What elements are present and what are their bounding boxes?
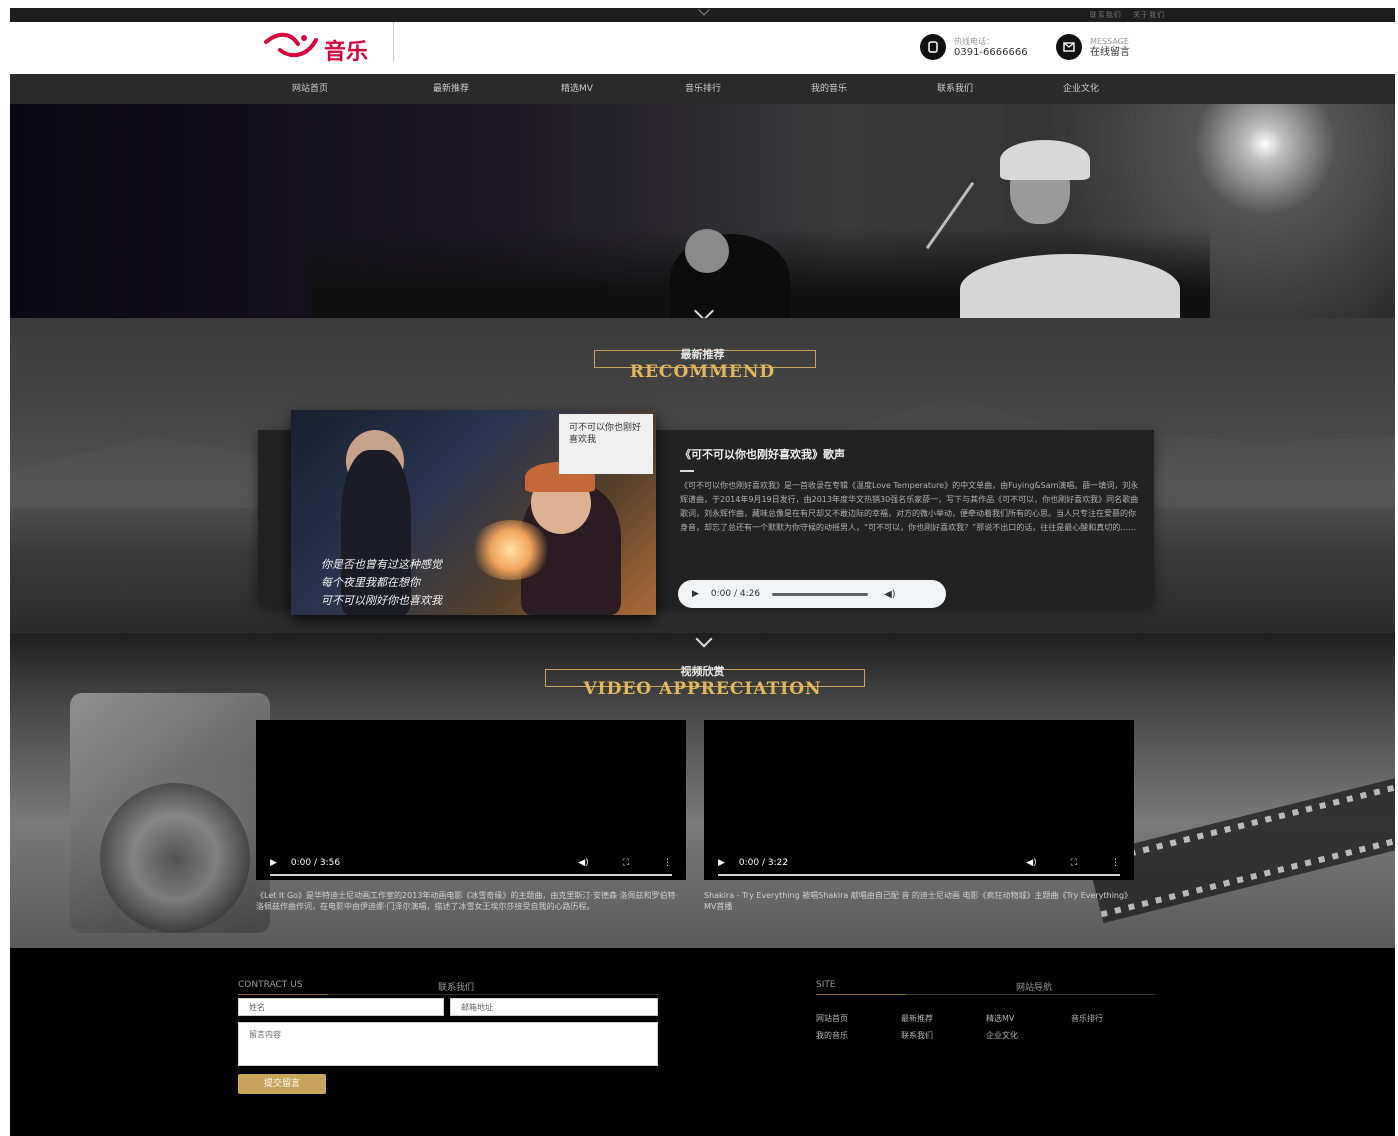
message-field[interactable]: 留言内容 [238,1022,658,1066]
video-section: 视频欣赏 VIDEO APPRECIATION ▶ 0:00 / 3:56 ◀)… [10,633,1395,948]
video-time-1: 0:00 / 3:56 [290,858,341,868]
phone-icon [920,34,946,60]
site-link-ranking[interactable]: 音乐排行 [1071,1010,1156,1027]
singer-right [960,254,1180,318]
logo-divider [393,22,394,62]
recommend-title-cn: 最新推荐 [680,348,725,361]
audio-time: 0:00 / 4:26 [710,589,761,599]
nav-item-contact[interactable]: 联系我们 [892,74,1018,104]
message-contact[interactable]: MESSAGE 在线留言 [1056,32,1130,62]
contact-heading-cn: 联系我们 [438,983,475,993]
video-caption-1: 《Let It Go》是华特迪士尼动画工作室的2013年动画电影《冰雪奇缘》的主… [256,891,679,911]
nav-item-my-music[interactable]: 我的音乐 [766,74,892,104]
fullscreen-icon[interactable]: ⛶ [1071,858,1077,868]
chevron-down-icon [698,8,710,16]
main-nav: 网站首页 最新推荐 精选MV 音乐排行 我的音乐 联系我们 企业文化 [10,74,1395,104]
header: 音乐 热线电话： 0391-6666666 MESSAGE 在线留言 [10,22,1395,74]
volume-icon[interactable]: ◀) [1026,858,1036,868]
site-link-mv[interactable]: 精选MV [986,1010,1071,1027]
video-title-en: VIDEO APPRECIATION [583,679,822,699]
site-heading-cn: 网站导航 [1016,983,1053,993]
play-icon[interactable]: ▶ [718,858,725,868]
phone-contact: 热线电话： 0391-6666666 [920,32,1028,62]
album-lyrics: 你是否也曾有过这种感觉 每个夜里我都在想你 可不可以刚好你也喜欢我 [321,558,442,607]
song-info: 《可不可以你也刚好喜欢我》歌声 《可不可以你也刚好喜欢我》是一首收录在专辑《温度… [680,446,1140,563]
top-bar: 联系我们 关于我们 [10,8,1395,22]
page: 联系我们 关于我们 音乐 热线电话： 0391-6666666 MESSAGE … [10,8,1395,1136]
album-title-card: 可不可以你也刚好喜欢我 [559,414,653,474]
recommend-title: 最新推荐 RECOMMEND [10,346,1395,382]
site-link-culture[interactable]: 企业文化 [986,1027,1071,1044]
video-time-2: 0:00 / 3:22 [738,858,789,868]
recommend-section: 最新推荐 RECOMMEND 可不可以你也刚好喜欢我 你是否也曾有过这种感觉 每… [10,318,1395,633]
footer: CONTRACT US 联系我们 姓名 邮箱地址 留言内容 提交留言 SITE … [10,948,1395,1136]
nav-item-culture[interactable]: 企业文化 [1018,74,1144,104]
site-link-recommend[interactable]: 最新推荐 [901,1010,986,1027]
audio-progress[interactable] [772,592,869,596]
nav-item-home[interactable]: 网站首页 [262,74,388,104]
message-link[interactable]: 在线留言 [1090,47,1130,58]
submit-button[interactable]: 提交留言 [238,1074,326,1094]
more-options-icon[interactable]: ⋮ [1111,858,1120,868]
video-caption-2: Shakira - Try Everything 被唱Shakira 献唱由自己… [704,891,1133,911]
volume-icon[interactable]: ◀) [578,858,588,868]
site-link-my-music[interactable]: 我的音乐 [816,1027,901,1044]
video-title: 视频欣赏 VIDEO APPRECIATION [10,663,1395,699]
nav-item-recommend[interactable]: 最新推荐 [388,74,514,104]
top-link-about[interactable]: 关于我们 [1133,11,1165,19]
name-field[interactable]: 姓名 [238,998,444,1016]
logo-text: 音乐 [324,39,369,65]
message-label: MESSAGE [1090,37,1129,46]
nav-item-ranking[interactable]: 音乐排行 [640,74,766,104]
site-link-contact[interactable]: 联系我们 [901,1027,986,1044]
video-player-2[interactable]: ▶ 0:00 / 3:22 ◀) ⛶ ⋮ [704,720,1134,880]
top-link-contact[interactable]: 联系我们 [1090,11,1122,19]
phone-number: 0391-6666666 [954,47,1028,58]
mail-icon [1056,34,1082,60]
song-title[interactable]: 《可不可以你也刚好喜欢我》歌声 [680,446,1140,462]
nav-item-mv[interactable]: 精选MV [514,74,640,104]
site-links: 网站首页 最新推荐 精选MV 音乐排行 我的音乐 联系我们 企业文化 [816,1010,1156,1044]
play-icon[interactable]: ▶ [692,589,699,599]
play-icon[interactable]: ▶ [270,858,277,868]
video-title-cn: 视频欣赏 [680,665,725,678]
video-progress-1[interactable] [270,874,672,876]
fullscreen-icon[interactable]: ⛶ [623,858,629,868]
more-options-icon[interactable]: ⋮ [663,858,672,868]
chevron-down-icon[interactable] [695,633,713,648]
site-heading-en: SITE [816,980,836,990]
album-card-text: 可不可以你也刚好喜欢我 [569,423,642,445]
volume-icon[interactable]: ◀) [884,589,896,600]
song-description: 《可不可以你也刚好喜欢我》是一首收录在专辑《温度Love Temperature… [680,481,1139,532]
logo[interactable]: 音乐 [258,28,398,68]
video-player-1[interactable]: ▶ 0:00 / 3:56 ◀) ⛶ ⋮ [256,720,686,880]
album-cover[interactable]: 可不可以你也刚好喜欢我 你是否也曾有过这种感觉 每个夜里我都在想你 可不可以刚好… [291,410,656,615]
contact-heading-en: CONTRACT US [238,980,303,990]
logo-heart-icon [264,32,318,58]
hero-banner [10,104,1395,318]
video-progress-2[interactable] [718,874,1120,876]
audio-player: ▶ 0:00 / 4:26 ◀) [678,580,946,608]
site-link-home[interactable]: 网站首页 [816,1010,901,1027]
recommend-title-en: RECOMMEND [629,362,776,382]
email-field[interactable]: 邮箱地址 [450,998,658,1016]
phone-label: 热线电话： [954,37,994,46]
